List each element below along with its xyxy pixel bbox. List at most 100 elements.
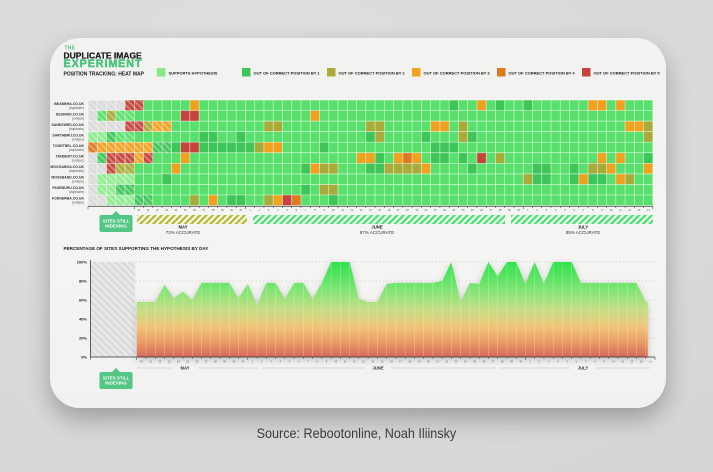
svg-text:18: 18 [406,209,409,212]
svg-text:6: 6 [296,209,298,212]
svg-text:14: 14 [369,209,372,212]
svg-text:MAY: MAY [178,225,187,230]
svg-text:(unique): (unique) [72,137,84,141]
svg-text:30: 30 [519,361,522,364]
svg-text:21: 21 [149,361,152,364]
svg-text:6: 6 [573,209,575,212]
svg-text:1: 1 [252,361,254,364]
svg-text:8: 8 [594,361,596,364]
svg-text:12: 12 [630,361,633,364]
svg-text:3: 3 [548,361,550,364]
svg-text:23: 23 [165,209,168,212]
svg-text:7: 7 [307,361,309,364]
svg-text:24: 24 [175,209,178,212]
svg-text:2: 2 [536,209,538,212]
svg-text:13: 13 [362,361,365,364]
svg-text:(unique): (unique) [72,201,84,205]
svg-text:100%: 100% [77,260,88,265]
svg-text:28: 28 [499,209,502,212]
svg-text:14: 14 [647,209,650,212]
svg-text:29: 29 [221,209,224,212]
svg-text:16: 16 [388,209,391,212]
svg-text:5: 5 [566,361,568,364]
svg-text:28: 28 [212,209,215,212]
svg-text:4: 4 [557,361,559,364]
svg-text:23: 23 [455,361,458,364]
svg-text:(unique): (unique) [72,159,84,163]
svg-text:(duplicate): (duplicate) [69,169,84,173]
svg-text:60%: 60% [79,298,87,303]
svg-text:5: 5 [564,209,566,212]
svg-text:1: 1 [529,361,531,364]
svg-text:(duplicate): (duplicate) [69,127,84,131]
svg-text:25: 25 [473,361,476,364]
svg-text:20%: 20% [79,336,87,341]
svg-text:22: 22 [156,209,159,212]
svg-text:11: 11 [341,209,344,212]
svg-text:SUPPORTS HYPOTHESIS: SUPPORTS HYPOTHESIS [169,71,218,76]
svg-text:4: 4 [280,361,282,364]
svg-text:21: 21 [147,209,150,212]
svg-text:17: 17 [397,209,400,212]
svg-text:22: 22 [445,361,448,364]
svg-text:40%: 40% [79,317,87,322]
svg-text:29: 29 [510,361,513,364]
svg-text:31: 31 [242,361,245,364]
svg-text:11: 11 [621,361,624,364]
svg-text:26: 26 [196,361,199,364]
svg-text:10: 10 [612,361,615,364]
svg-text:18: 18 [408,361,411,364]
svg-text:20: 20 [138,209,141,212]
svg-text:26: 26 [480,209,483,212]
svg-text:19: 19 [415,209,418,212]
svg-text:(duplicate): (duplicate) [69,148,84,152]
svg-text:14: 14 [649,361,652,364]
svg-text:20: 20 [427,361,430,364]
svg-text:0%: 0% [81,355,87,360]
svg-text:7: 7 [583,209,585,212]
svg-text:87% ACCURATE: 87% ACCURATE [360,230,394,235]
svg-text:10: 10 [610,209,613,212]
svg-text:13: 13 [360,209,363,212]
svg-text:12: 12 [353,361,356,364]
svg-text:20: 20 [425,209,428,212]
svg-text:8: 8 [592,209,594,212]
svg-text:4: 4 [277,209,279,212]
svg-text:1: 1 [249,209,251,212]
svg-text:(unique): (unique) [72,116,84,120]
svg-text:11: 11 [344,361,347,364]
svg-text:25: 25 [471,209,474,212]
svg-text:INDEXING: INDEXING [105,224,127,229]
svg-text:28: 28 [214,361,217,364]
svg-text:26: 26 [482,361,485,364]
svg-text:24: 24 [177,361,180,364]
svg-text:5: 5 [289,361,291,364]
svg-text:15: 15 [381,361,384,364]
svg-text:27: 27 [492,361,495,364]
svg-text:25: 25 [184,209,187,212]
svg-text:(unique): (unique) [72,180,84,184]
svg-text:72% ACCURATE: 72% ACCURATE [166,230,200,235]
svg-text:2: 2 [259,209,261,212]
svg-text:27: 27 [489,209,492,212]
svg-text:9: 9 [326,361,328,364]
svg-text:27: 27 [205,361,208,364]
svg-text:85% ACCURATE: 85% ACCURATE [566,230,600,235]
svg-text:2: 2 [539,361,541,364]
svg-text:8: 8 [314,209,316,212]
svg-text:JULY: JULY [578,366,589,371]
svg-text:8: 8 [317,361,319,364]
svg-text:17: 17 [399,361,402,364]
svg-text:29: 29 [508,209,511,212]
svg-text:3: 3 [268,209,270,212]
svg-text:10: 10 [332,209,335,212]
svg-text:(duplicate): (duplicate) [69,190,84,194]
svg-text:22: 22 [159,361,162,364]
svg-text:15: 15 [378,209,381,212]
svg-text:12: 12 [628,209,631,212]
svg-text:JUNE: JUNE [371,225,383,230]
svg-text:7: 7 [305,209,307,212]
svg-text:20: 20 [140,361,143,364]
svg-text:12: 12 [351,209,354,212]
svg-text:30: 30 [517,209,520,212]
